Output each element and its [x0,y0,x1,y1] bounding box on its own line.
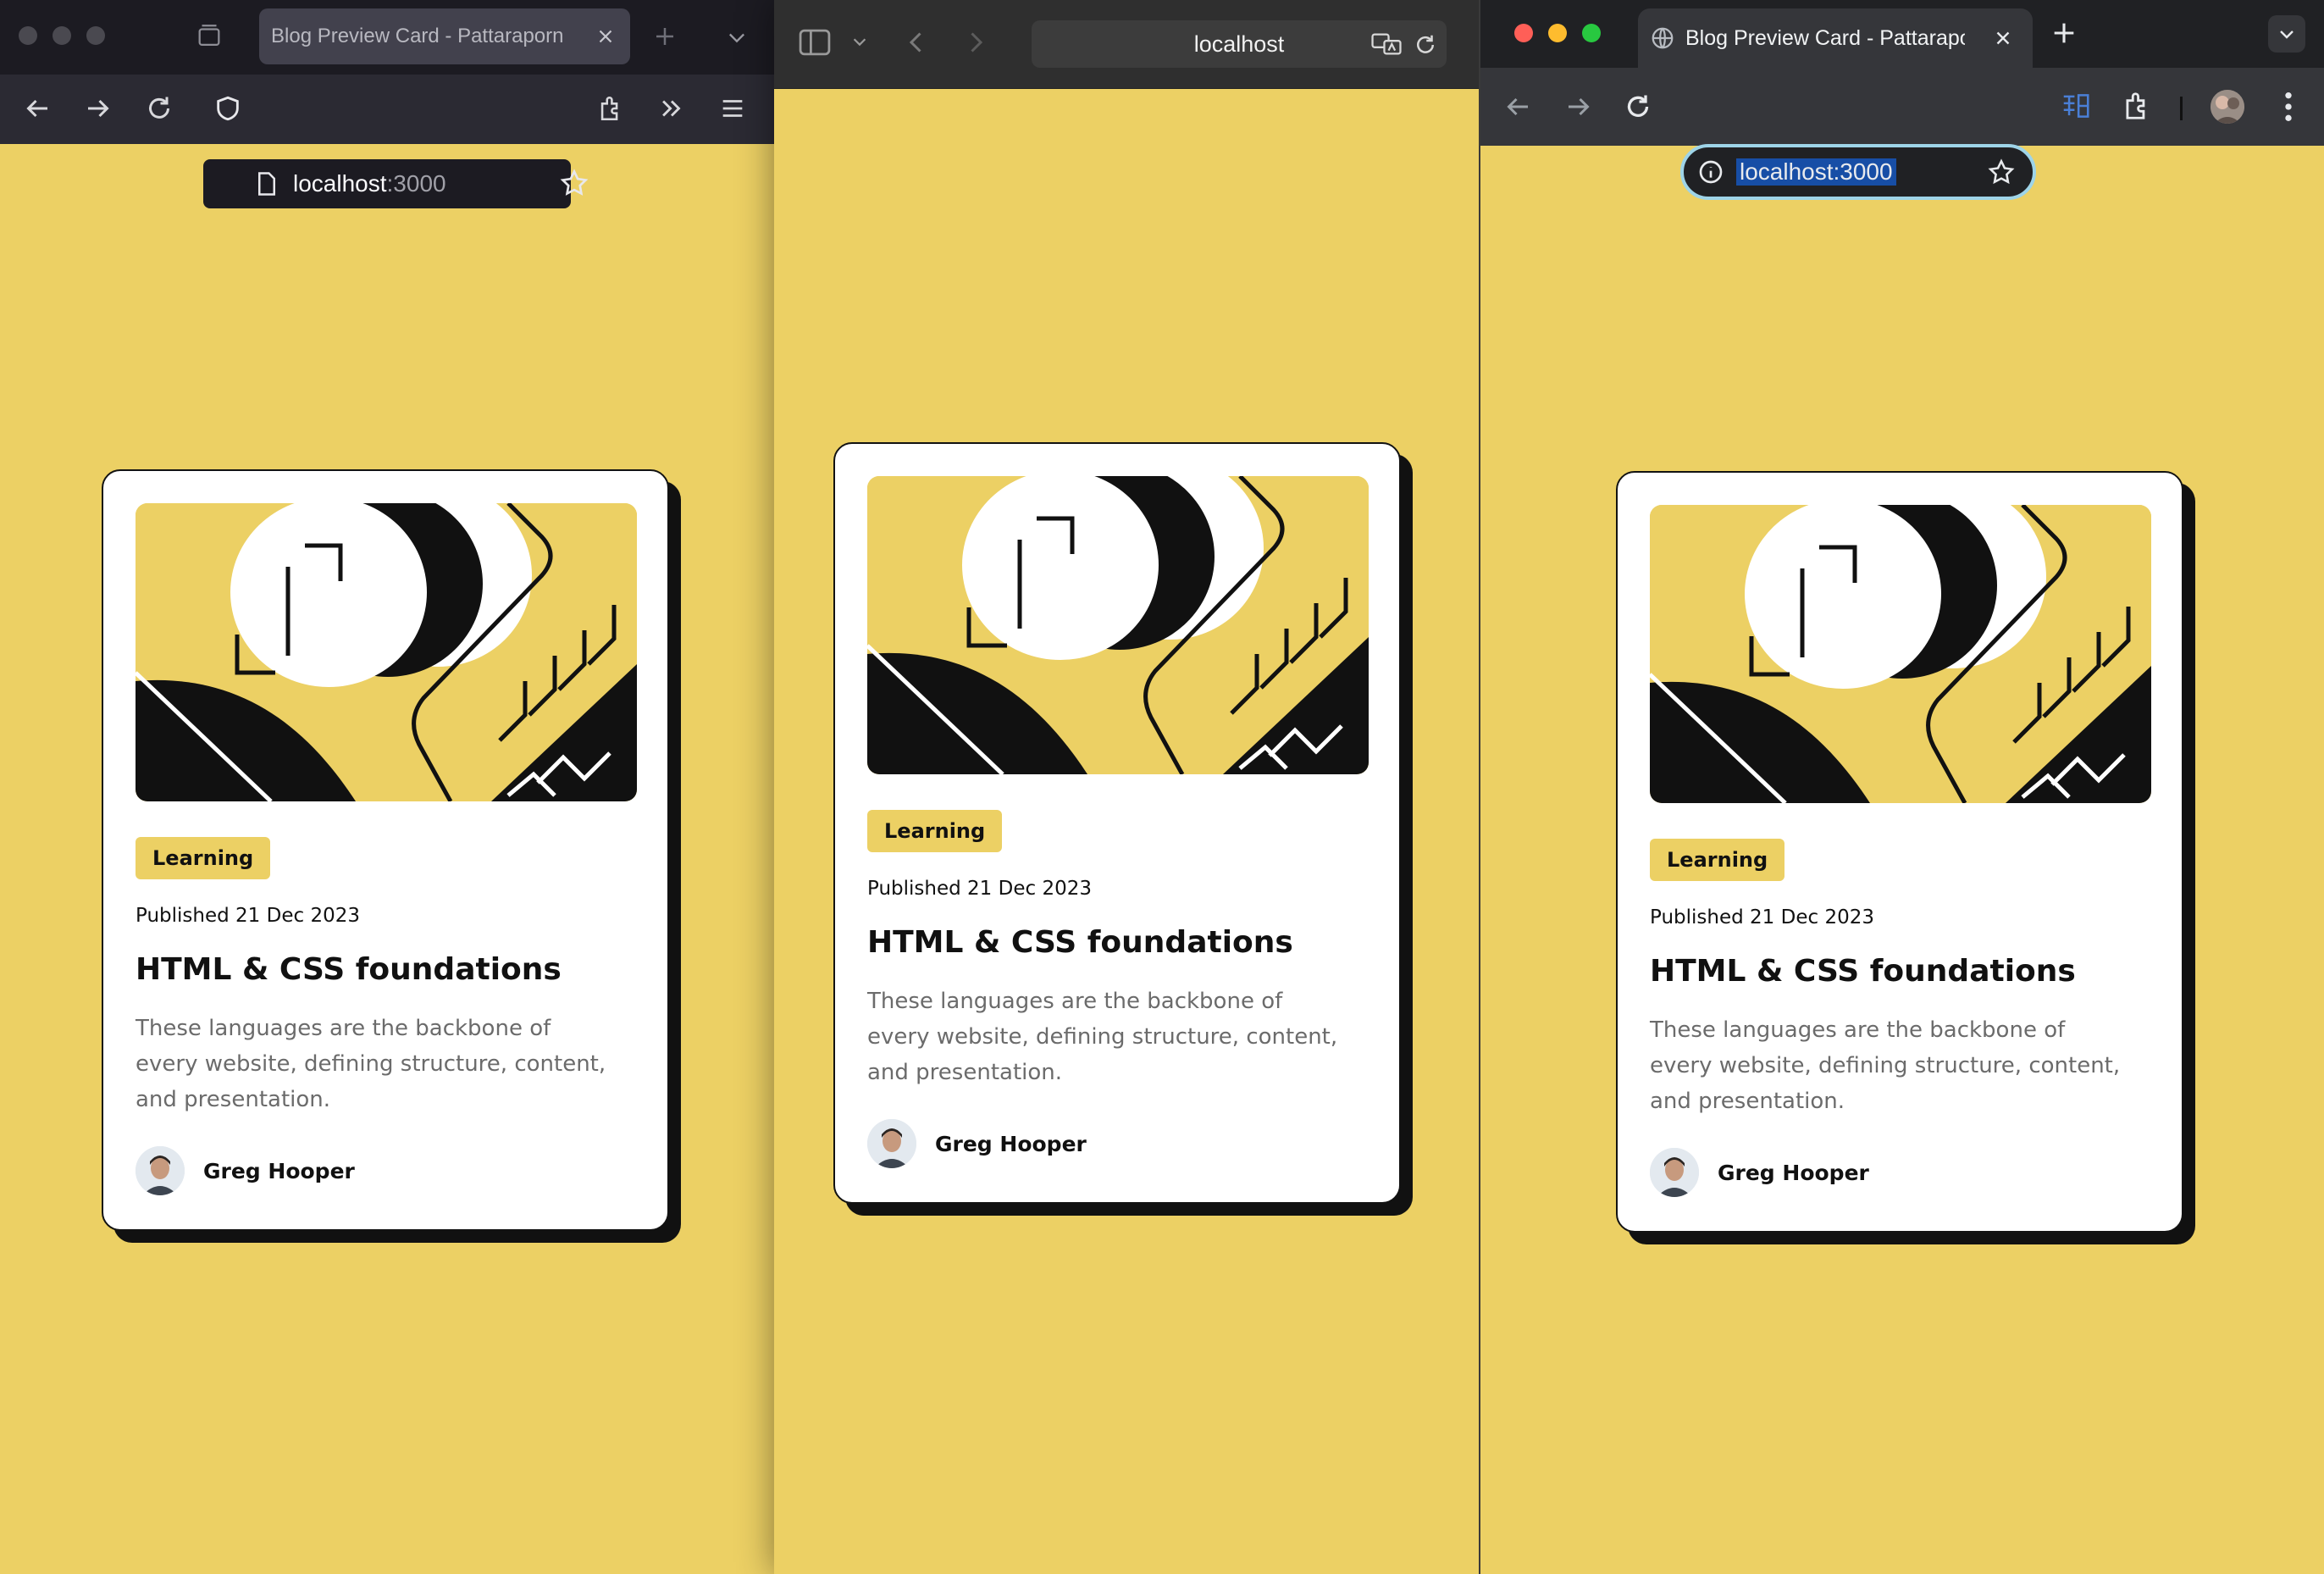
close-window-button[interactable] [19,26,37,45]
firefox-nav-bar: localhost:3000 [0,75,774,208]
star-icon[interactable] [559,168,589,198]
zoom-window-button[interactable] [1582,24,1601,42]
avatar [136,1146,185,1195]
author-name: Greg Hooper [1718,1160,1869,1185]
avatar [867,1119,916,1168]
menu-icon[interactable] [718,93,747,124]
category-tag: Learning [867,810,1003,852]
forward-arrow-icon[interactable] [960,27,991,58]
url-bar[interactable]: localhost:3000 [1680,144,2036,200]
tab-overview-icon[interactable] [195,22,224,51]
chrome-nav-bar: localhost:3000 [1480,68,2324,200]
minimize-window-button[interactable] [53,26,71,45]
published-date: Published 21 Dec 2023 [867,878,1092,900]
blog-preview-card: Learning Published 21 Dec 2023 HTML & CS… [1616,471,2183,1233]
url-bar[interactable]: localhost:3000 [203,159,589,208]
author-name: Greg Hooper [935,1131,1087,1156]
back-arrow-icon[interactable] [901,27,932,58]
safari-window: localhost Learning Published 21 Dec 2023… [774,0,1479,1574]
category-tag: Learning [1650,839,1785,881]
author-row: Greg Hooper [867,1119,1367,1168]
reload-icon[interactable] [144,93,174,124]
extensions-icon[interactable] [2121,90,2153,122]
toolbar-divider [2180,97,2183,120]
url-host: localhost [293,170,387,197]
reload-icon[interactable] [1413,32,1438,58]
blog-preview-card: Learning Published 21 Dec 2023 HTML & CS… [102,469,669,1231]
chevron-down-icon[interactable] [850,32,869,51]
url-bar[interactable]: localhost [1032,20,1447,68]
card-description: These languages are the backbone of ever… [1650,1017,2121,1114]
safari-toolbar: localhost [774,0,1479,89]
card-description: These languages are the backbone of ever… [136,1016,606,1112]
forward-arrow-icon[interactable] [1563,91,1594,122]
url-port: :3000 [386,170,446,197]
info-icon[interactable] [1697,158,1724,186]
tab-title: Blog Preview Card - Pattaraporn [271,25,564,47]
url-host: localhost [1193,30,1285,57]
translate-extension-icon[interactable] [2060,90,2092,122]
tab-search-chevron-icon[interactable] [2268,15,2305,53]
chevron-down-icon[interactable] [725,25,749,49]
close-window-button[interactable] [1514,24,1533,42]
hero-illustration [1650,505,2151,803]
extensions-icon[interactable] [596,93,625,124]
hero-illustration [136,503,637,801]
author-name: Greg Hooper [203,1158,355,1183]
window-controls [1514,24,1601,42]
author-row: Greg Hooper [1650,1148,2150,1197]
back-arrow-icon[interactable] [22,93,53,124]
new-tab-plus-icon[interactable] [652,24,678,49]
card-title[interactable]: HTML & CSS foundations [1650,954,2150,989]
close-icon[interactable] [1992,27,2014,49]
close-icon[interactable] [595,25,617,47]
new-tab-plus-icon[interactable] [2050,19,2078,47]
tab-blog-preview[interactable]: Blog Preview Card - Pattaraporn [259,8,630,64]
star-icon[interactable] [1987,158,2016,186]
window-controls [19,26,105,45]
blog-preview-card: Learning Published 21 Dec 2023 HTML & CS… [833,442,1401,1204]
shield-icon[interactable] [213,93,242,124]
author-row: Greg Hooper [136,1146,635,1195]
card-description: These languages are the backbone of ever… [867,989,1338,1085]
globe-icon [1650,25,1675,51]
firefox-tab-strip: Blog Preview Card - Pattaraporn [0,0,774,75]
published-date: Published 21 Dec 2023 [136,905,360,927]
zoom-window-button[interactable] [86,26,105,45]
reload-icon[interactable] [1623,91,1653,122]
tab-blog-preview[interactable]: Blog Preview Card - Pattaraporn [1638,8,2033,68]
sidebar-icon[interactable] [798,27,832,58]
kebab-menu-icon[interactable] [2280,90,2297,124]
card-title[interactable]: HTML & CSS foundations [136,952,635,987]
chrome-tab-strip: Blog Preview Card - Pattaraporn [1480,0,2324,68]
chevron-double-right-icon[interactable] [657,93,686,124]
minimize-window-button[interactable] [1548,24,1567,42]
page-icon [256,171,278,197]
firefox-window: Blog Preview Card - Pattaraporn localhos… [0,0,776,1574]
hero-illustration [867,476,1369,774]
forward-arrow-icon[interactable] [83,93,113,124]
avatar [1650,1148,1699,1197]
published-date: Published 21 Dec 2023 [1650,906,1874,928]
tab-title: Blog Preview Card - Pattaraporn [1685,25,1965,50]
chrome-window: Blog Preview Card - Pattaraporn localhos… [1479,0,2324,1574]
url-text: localhost:3000 [1736,158,1896,186]
back-arrow-icon[interactable] [1502,91,1533,122]
profile-avatar[interactable] [2211,90,2244,124]
category-tag: Learning [136,837,271,879]
translate-icon[interactable] [1370,30,1403,58]
card-title[interactable]: HTML & CSS foundations [867,925,1367,960]
